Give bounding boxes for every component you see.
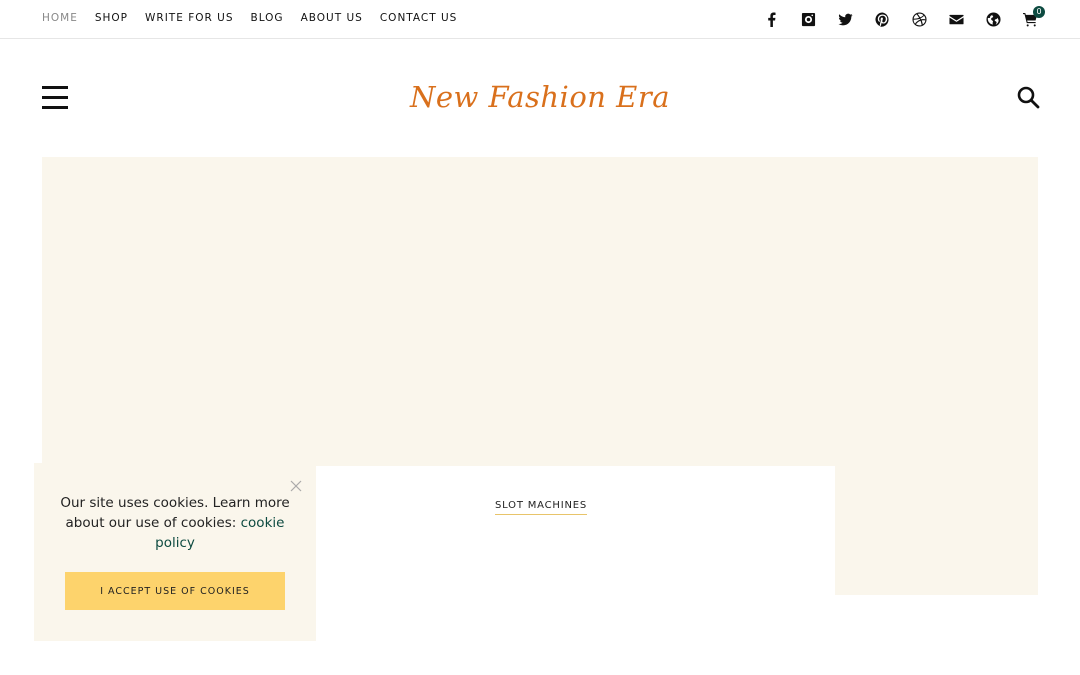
nav-item-about-us[interactable]: ABOUT US [301, 12, 363, 24]
cookie-message: Our site uses cookies. Learn more about … [58, 493, 292, 553]
search-button[interactable] [1016, 85, 1040, 109]
email-icon[interactable] [946, 9, 966, 29]
cart-count-badge: 0 [1033, 6, 1045, 18]
nav-item-blog[interactable]: BLOG [250, 12, 283, 24]
cookie-notice: Our site uses cookies. Learn more about … [34, 463, 316, 641]
cart-icon[interactable]: 0 [1020, 6, 1045, 29]
nav-item-write-for-us[interactable]: WRITE FOR US [145, 12, 233, 24]
social-links: 0 [744, 6, 1045, 29]
instagram-icon[interactable] [798, 9, 818, 29]
nav-item-shop[interactable]: SHOP [95, 12, 128, 24]
facebook-icon[interactable] [761, 9, 781, 29]
nav-item-contact-us[interactable]: CONTACT US [380, 12, 457, 24]
cookie-close-button[interactable] [289, 478, 303, 492]
close-icon [290, 480, 302, 492]
top-bar: HOME SHOP WRITE FOR US BLOG ABOUT US CON… [0, 0, 1080, 39]
dribbble-icon[interactable] [909, 9, 929, 29]
post-card [245, 466, 835, 675]
pinterest-icon[interactable] [872, 9, 892, 29]
top-nav: HOME SHOP WRITE FOR US BLOG ABOUT US CON… [42, 12, 474, 24]
globe-icon[interactable] [983, 9, 1003, 29]
accept-cookies-button[interactable]: I ACCEPT USE OF COOKIES [65, 572, 285, 610]
site-logo[interactable]: New Fashion Era [0, 80, 1080, 114]
search-icon [1017, 86, 1040, 109]
nav-item-home[interactable]: HOME [42, 12, 78, 24]
post-category-tag[interactable]: SLOT MACHINES [495, 500, 588, 515]
twitter-icon[interactable] [835, 9, 855, 29]
